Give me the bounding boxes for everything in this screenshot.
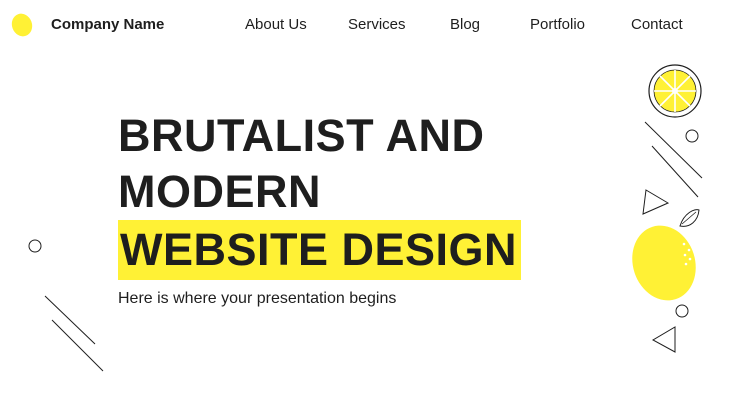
diagonal-line (44, 295, 96, 345)
lemon-logo-icon (11, 13, 33, 37)
hero-title-line-1: BRUTALIST AND (118, 110, 485, 161)
small-circle-icon (675, 304, 689, 318)
diagonal-line (644, 121, 703, 179)
lemon-icon (632, 225, 696, 301)
hero-title-line-2: MODERN (118, 166, 321, 217)
company-name[interactable]: Company Name (51, 16, 164, 33)
slide-page: Company Name About Us Services Blog Port… (0, 0, 740, 416)
nav-portfolio[interactable]: Portfolio (530, 16, 585, 33)
hero-highlight: WEBSITE DESIGN (118, 220, 522, 280)
small-circle-icon (685, 129, 699, 143)
triangle-icon (642, 189, 670, 215)
small-circle-icon (28, 239, 42, 253)
triangle-icon (651, 326, 676, 353)
nav-blog[interactable]: Blog (450, 16, 480, 33)
nav-services[interactable]: Services (348, 16, 406, 33)
diagonal-line (651, 145, 699, 198)
hero-title: BRUTALIST AND MODERN (118, 108, 484, 220)
diagonal-line (51, 319, 104, 372)
lemon-slice-icon (648, 64, 702, 118)
leaf-icon (679, 209, 700, 227)
nav-about-us[interactable]: About Us (245, 16, 307, 33)
hero-subtitle: Here is where your presentation begins (118, 290, 397, 307)
nav-contact[interactable]: Contact (631, 16, 683, 33)
